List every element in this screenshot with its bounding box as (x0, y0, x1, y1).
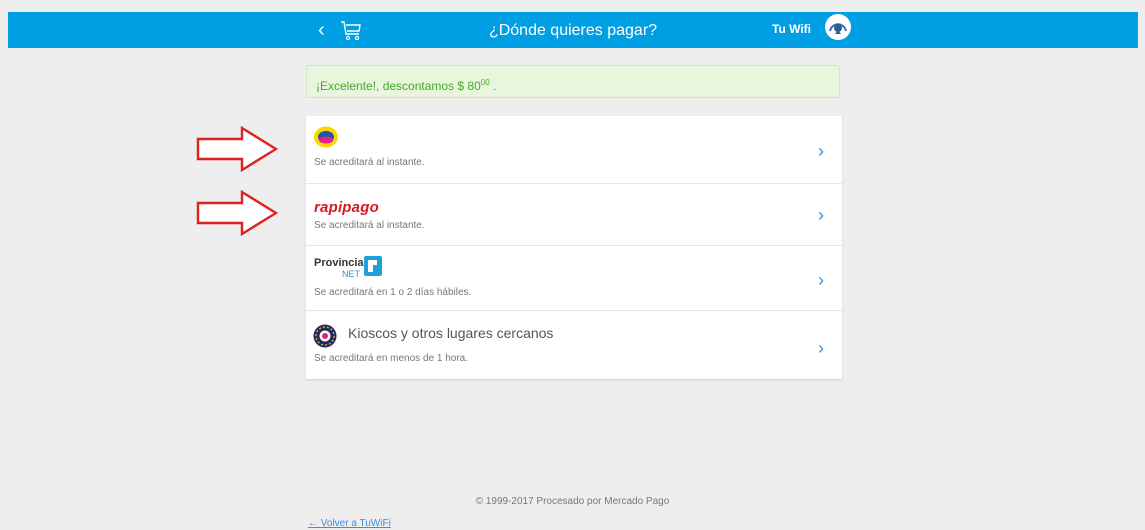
payment-options-list: Se acreditará al instante. › rapipago Se… (306, 116, 842, 379)
option-description: Se acreditará al instante. (314, 157, 425, 168)
chevron-right-icon[interactable]: › (818, 142, 824, 160)
provincianet-logo-icon (364, 256, 382, 276)
top-bar: ¿Dónde quieres pagar? ‹ Tu Wifi (8, 12, 1138, 48)
provincia-logo-sub: NET (342, 269, 360, 279)
option-description: Se acreditará en menos de 1 hora. (314, 353, 468, 364)
alert-cents: 00 (480, 78, 490, 87)
brand-name: Tu Wifi (772, 22, 811, 36)
cart-icon[interactable] (339, 18, 363, 42)
rapipago-logo-text: rapipago (314, 199, 379, 216)
footer-copyright: © 1999-2017 Procesado por Mercado Pago (475, 496, 670, 507)
rapipago-logo: rapipago (314, 199, 379, 216)
page-title: ¿Dónde quieres pagar? (488, 22, 658, 39)
chevron-right-icon[interactable]: › (818, 339, 824, 357)
annotation-arrow-icon (196, 126, 278, 172)
option-rapipago[interactable]: rapipago Se acreditará al instante. › (306, 183, 842, 245)
annotation-arrow-icon (196, 190, 278, 236)
chevron-right-icon[interactable]: › (818, 271, 824, 289)
option-provincianet[interactable]: Provincia NET Se acreditará en 1 o 2 día… (306, 245, 842, 310)
alert-trailing: . (493, 79, 497, 93)
provincia-logo-text: Provincia (314, 257, 364, 269)
option-kioscos[interactable]: Kioscos y otros lugares cercanos Se acre… (306, 310, 842, 379)
option-title: Kioscos y otros lugares cercanos (348, 325, 554, 341)
option-description: Se acreditará en 1 o 2 días hábiles. (314, 287, 472, 298)
discount-alert: ¡Excelente!, descontamos $ 8000 . (306, 65, 840, 98)
option-description: Se acreditará al instante. (314, 220, 425, 231)
chevron-right-icon[interactable]: › (818, 206, 824, 224)
alert-text: ¡Excelente!, descontamos $ 80 (316, 79, 481, 93)
option-pagofacil[interactable]: Se acreditará al instante. › (306, 116, 842, 183)
cargavirtual-logo (313, 324, 337, 348)
pagofacil-logo (314, 126, 338, 148)
chevron-left-icon[interactable]: ‹ (318, 18, 338, 42)
brand-logo-icon (825, 14, 851, 40)
back-to-tuwifi-link[interactable]: ← Volver a TuWiFi (308, 518, 391, 529)
